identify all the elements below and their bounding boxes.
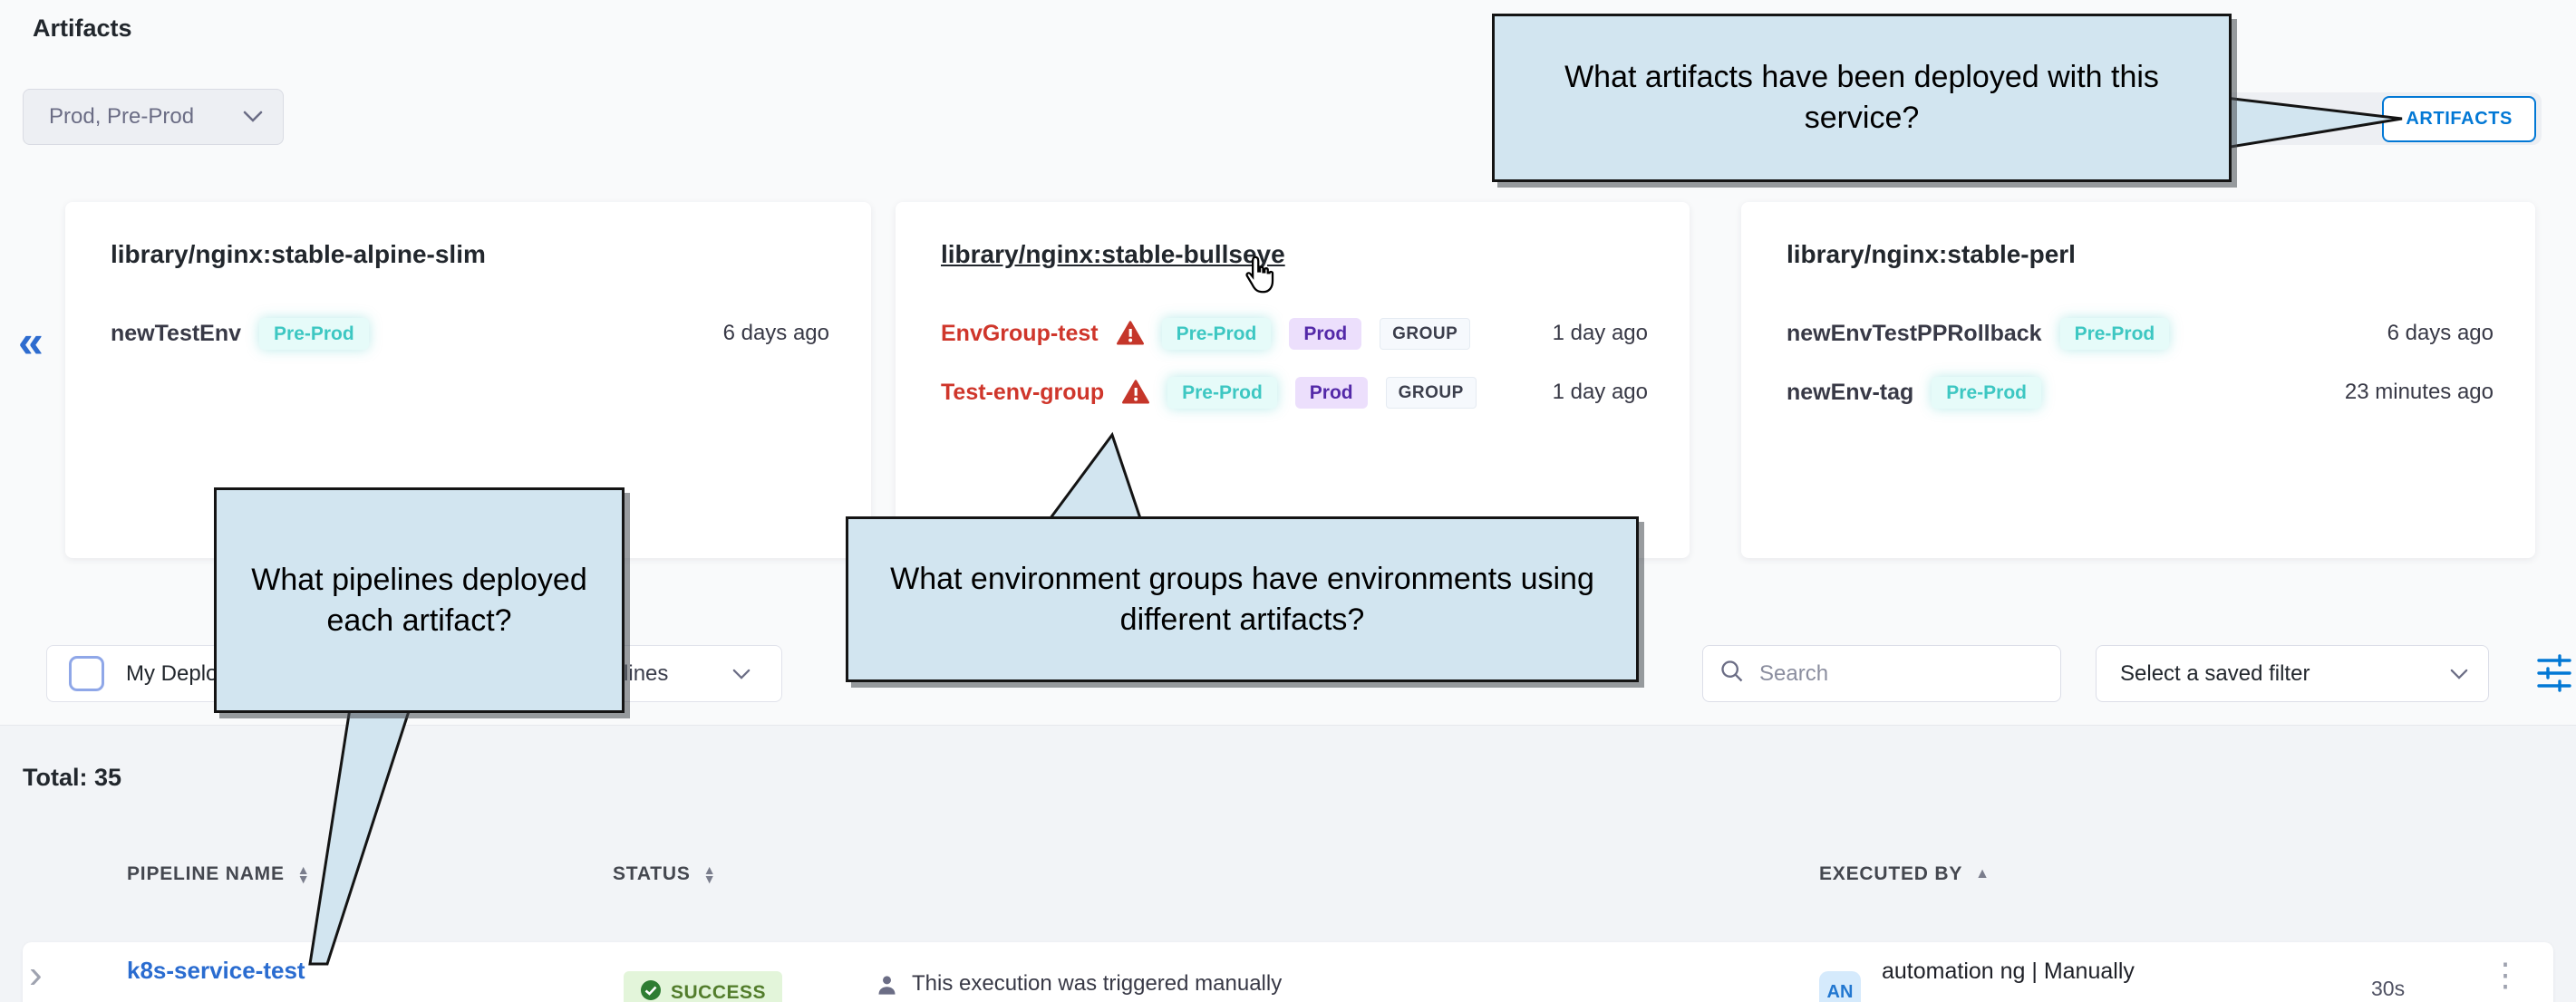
column-header-executed-by[interactable]: EXECUTED BY ▲ xyxy=(1819,863,1990,885)
sort-icon: ▲▼ xyxy=(703,865,717,883)
user-icon xyxy=(875,973,899,1002)
preprod-badge: Pre-Prod xyxy=(1932,377,2041,409)
artifact-card: library/nginx:stable-bullseye EnvGroup-t… xyxy=(896,202,1690,558)
search-input[interactable] xyxy=(1758,660,2044,688)
saved-filter-label: Select a saved filter xyxy=(2120,661,2310,687)
saved-filter-dropdown[interactable]: Select a saved filter xyxy=(2096,645,2489,702)
deploy-time: 1 day ago xyxy=(1553,321,1648,346)
status-label: SUCCESS xyxy=(671,982,766,1002)
env-row: Test-env-group Pre-Prod Prod GROUP 1 day… xyxy=(941,371,1648,413)
env-row: newEnvTestPPRollback Pre-Prod 6 days ago xyxy=(1787,313,2494,354)
total-count: Total: 35 xyxy=(23,764,121,792)
page-title: Artifacts xyxy=(33,14,132,43)
chevron-down-icon xyxy=(2450,661,2468,687)
collapse-panel-icon[interactable]: « xyxy=(18,319,44,364)
search-box xyxy=(1702,645,2061,702)
prod-badge: Prod xyxy=(1289,318,1361,350)
row-expander-icon[interactable]: › xyxy=(29,955,43,995)
filter-settings-icon[interactable] xyxy=(2536,652,2572,699)
callout-text: What pipelines deployed each artifact? xyxy=(238,560,600,641)
deploy-time: 1 day ago xyxy=(1553,380,1648,405)
chevron-down-icon xyxy=(732,669,751,685)
deploy-time: 6 days ago xyxy=(723,321,829,346)
callout-text: What environment groups have environment… xyxy=(870,559,1614,641)
callout-env-groups-question: What environment groups have environment… xyxy=(846,516,1639,682)
search-icon xyxy=(1719,659,1745,689)
env-group-link[interactable]: Test-env-group xyxy=(941,380,1104,406)
env-name-link[interactable]: newEnv-tag xyxy=(1787,380,1913,406)
column-label: EXECUTED BY xyxy=(1819,863,1962,885)
callout-text: What artifacts have been deployed with t… xyxy=(1516,57,2207,139)
execution-row[interactable] xyxy=(23,942,2553,1002)
trigger-text: This execution was triggered manually xyxy=(912,971,1282,997)
artifact-title-link[interactable]: library/nginx:stable-bullseye xyxy=(941,240,1644,269)
deploy-time: 6 days ago xyxy=(2387,321,2494,346)
sort-icon: ▲▼ xyxy=(297,865,311,883)
preprod-badge: Pre-Prod xyxy=(259,318,369,350)
env-type-filter-dropdown[interactable]: Prod, Pre-Prod xyxy=(23,89,284,145)
preprod-badge: Pre-Prod xyxy=(1167,377,1277,409)
tab-artifacts[interactable]: ARTIFACTS xyxy=(2382,96,2536,142)
env-name-link[interactable]: newEnvTestPPRollback xyxy=(1787,321,2042,347)
prod-badge: Prod xyxy=(1295,377,1368,409)
more-options-icon[interactable]: ⋮ xyxy=(2489,959,2522,991)
column-label: STATUS xyxy=(613,863,691,885)
warning-icon xyxy=(1117,321,1144,346)
success-check-icon xyxy=(640,979,662,1002)
env-row: EnvGroup-test Pre-Prod Prod GROUP 1 day … xyxy=(941,313,1648,354)
group-badge: GROUP xyxy=(1380,318,1470,350)
executed-by-text: automation ng | Manually xyxy=(1882,959,2135,985)
callout-artifacts-question: What artifacts have been deployed with t… xyxy=(1492,14,2232,182)
callout-pipelines-question: What pipelines deployed each artifact? xyxy=(214,487,625,713)
env-type-filter-value: Prod, Pre-Prod xyxy=(49,104,194,130)
column-label: PIPELINE NAME xyxy=(127,863,285,885)
column-header-status[interactable]: STATUS ▲▼ xyxy=(613,863,716,885)
duration-text: 30s xyxy=(2371,977,2405,1001)
deploy-time: 23 minutes ago xyxy=(2345,380,2494,405)
my-deployments-checkbox[interactable] xyxy=(69,656,104,691)
artifact-title: library/nginx:stable-alpine-slim xyxy=(111,240,826,269)
preprod-badge: Pre-Prod xyxy=(2060,318,2170,350)
artifacts-page: Artifacts Prod, Pre-Prod ENVIRONMENTS AR… xyxy=(0,0,2576,1002)
env-name-link[interactable]: newTestEnv xyxy=(111,321,241,347)
group-badge: GROUP xyxy=(1386,377,1477,409)
env-group-link[interactable]: EnvGroup-test xyxy=(941,321,1099,347)
warning-icon xyxy=(1122,380,1149,405)
sort-ascending-icon: ▲ xyxy=(1975,867,1990,882)
status-badge: SUCCESS xyxy=(624,971,782,1002)
avatar: AN xyxy=(1819,971,1861,1002)
artifact-card: library/nginx:stable-perl newEnvTestPPRo… xyxy=(1741,202,2535,558)
env-row: newTestEnv Pre-Prod 6 days ago xyxy=(111,313,829,354)
chevron-down-icon xyxy=(243,104,263,130)
artifact-title: library/nginx:stable-perl xyxy=(1787,240,2490,269)
cursor-pointer-icon xyxy=(1244,255,1276,298)
pipeline-name-link[interactable]: k8s-service-test xyxy=(127,957,305,985)
env-row: newEnv-tag Pre-Prod 23 minutes ago xyxy=(1787,371,2494,413)
column-header-pipeline-name[interactable]: PIPELINE NAME ▲▼ xyxy=(127,863,310,885)
preprod-badge: Pre-Prod xyxy=(1162,318,1272,350)
